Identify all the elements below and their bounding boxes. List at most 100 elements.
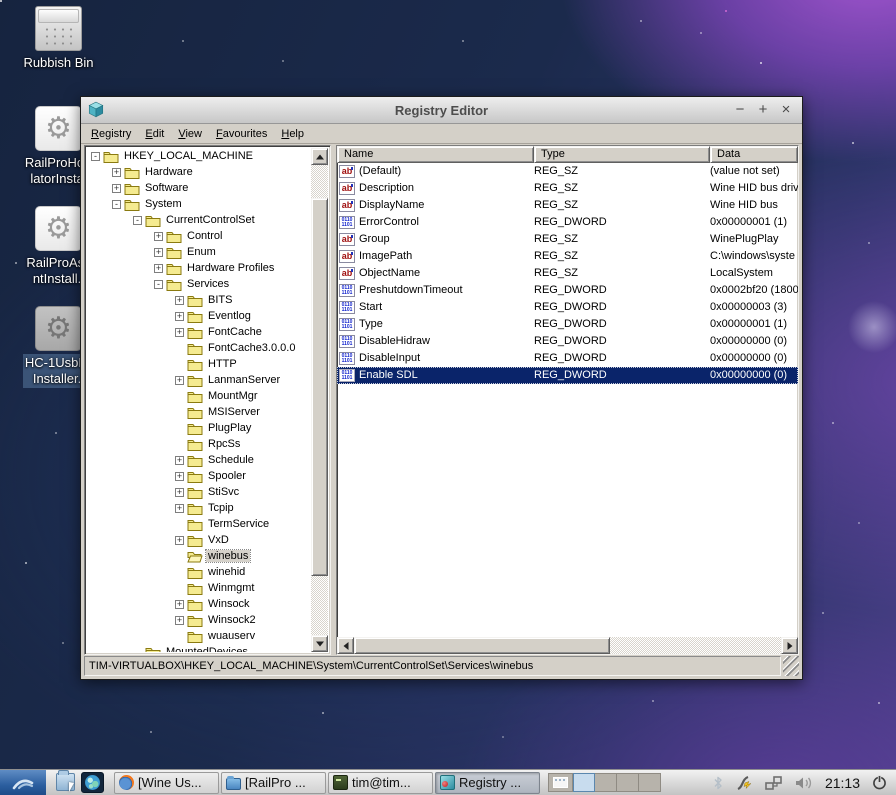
scroll-up-button[interactable] — [311, 148, 328, 165]
menu-item[interactable]: Help — [274, 126, 311, 142]
expand-toggle[interactable]: - — [91, 152, 100, 161]
registry-value-row[interactable]: ImagePath REG_SZ C:\windows\syste — [337, 248, 798, 265]
expand-toggle[interactable]: + — [175, 616, 184, 625]
expand-toggle[interactable]: + — [175, 328, 184, 337]
expand-toggle[interactable]: + — [175, 456, 184, 465]
tree-item[interactable]: winebus — [87, 548, 311, 564]
tree-item[interactable]: wuauserv — [87, 628, 311, 644]
menu-item[interactable]: Favourites — [209, 126, 274, 142]
registry-value-row[interactable]: DisplayName REG_SZ Wine HID bus — [337, 197, 798, 214]
tree-item[interactable]: + Enum — [87, 244, 311, 260]
maximize-button[interactable]: + — [756, 103, 770, 117]
column-header[interactable]: Name — [337, 146, 534, 163]
registry-value-row[interactable]: ObjectName REG_SZ LocalSystem — [337, 265, 798, 282]
tree-item[interactable]: FontCache3.0.0.0 — [87, 340, 311, 356]
tree-item[interactable]: winehid — [87, 564, 311, 580]
titlebar[interactable]: Registry Editor − + × — [81, 97, 802, 124]
expand-toggle[interactable]: + — [112, 168, 121, 177]
app-menu-button[interactable] — [0, 770, 46, 795]
tree-item[interactable]: + Software — [87, 180, 311, 196]
registry-value-row[interactable]: (Default) REG_SZ (value not set) — [337, 163, 798, 180]
tree-item[interactable]: MountMgr — [87, 388, 311, 404]
scroll-left-button[interactable] — [337, 637, 354, 654]
tree-item[interactable]: - Services — [87, 276, 311, 292]
tree-item[interactable]: + Hardware — [87, 164, 311, 180]
desktop-icon[interactable]: Rubbish Bin — [10, 6, 107, 72]
expand-toggle[interactable]: + — [154, 232, 163, 241]
pager-desktop-cell[interactable] — [573, 773, 595, 792]
tree-item[interactable]: PlugPlay — [87, 420, 311, 436]
volume-icon[interactable] — [794, 775, 814, 791]
tree-item[interactable]: Winmgmt — [87, 580, 311, 596]
expand-toggle[interactable]: + — [175, 488, 184, 497]
scrollbar-thumb[interactable] — [354, 637, 610, 654]
tree-item[interactable]: MountedDevices — [87, 644, 311, 652]
pager-desktop-cell[interactable] — [595, 773, 617, 792]
tree-item[interactable]: + FontCache — [87, 324, 311, 340]
expand-toggle[interactable]: + — [175, 536, 184, 545]
registry-value-row[interactable]: Start REG_DWORD 0x00000003 (3) — [337, 299, 798, 316]
tree-item[interactable]: + Winsock2 — [87, 612, 311, 628]
tree-item[interactable]: - System — [87, 196, 311, 212]
registry-value-row[interactable]: PreshutdownTimeout REG_DWORD 0x0002bf20 … — [337, 282, 798, 299]
menu-item[interactable]: Edit — [138, 126, 171, 142]
tree-item[interactable]: + Schedule — [87, 452, 311, 468]
expand-toggle[interactable]: + — [175, 472, 184, 481]
scroll-right-button[interactable] — [781, 637, 798, 654]
expand-toggle[interactable]: + — [112, 184, 121, 193]
tree-item[interactable]: + Eventlog — [87, 308, 311, 324]
expand-toggle[interactable]: + — [154, 264, 163, 273]
registry-value-row[interactable]: DisableInput REG_DWORD 0x00000000 (0) — [337, 350, 798, 367]
tree-item[interactable]: MSIServer — [87, 404, 311, 420]
tree-item[interactable]: + Tcpip — [87, 500, 311, 516]
scroll-down-button[interactable] — [311, 635, 328, 652]
expand-toggle[interactable]: - — [154, 280, 163, 289]
taskbar-task-button[interactable]: Registry ... — [435, 772, 540, 794]
scrollbar-thumb[interactable] — [311, 198, 328, 576]
power-icon[interactable] — [871, 774, 888, 791]
registry-value-row[interactable]: Type REG_DWORD 0x00000001 (1) — [337, 316, 798, 333]
tree-item[interactable]: + Control — [87, 228, 311, 244]
network-places-icon[interactable] — [764, 775, 783, 791]
registry-value-row[interactable]: ErrorControl REG_DWORD 0x00000001 (1) — [337, 214, 798, 231]
taskbar-task-button[interactable]: [RailPro ... — [221, 772, 326, 794]
tree-item[interactable]: + StiSvc — [87, 484, 311, 500]
bluetooth-icon[interactable] — [712, 775, 724, 791]
registry-value-row[interactable]: Group REG_SZ WinePlugPlay — [337, 231, 798, 248]
column-header[interactable]: Data — [710, 146, 798, 163]
registry-value-row[interactable]: DisableHidraw REG_DWORD 0x00000000 (0) — [337, 333, 798, 350]
tree-item[interactable]: + LanmanServer — [87, 372, 311, 388]
tree-item[interactable]: RpcSs — [87, 436, 311, 452]
expand-toggle[interactable]: - — [112, 200, 121, 209]
tree-item[interactable]: TermService — [87, 516, 311, 532]
tree-item[interactable]: + BITS — [87, 292, 311, 308]
tree-item[interactable]: - HKEY_LOCAL_MACHINE — [87, 148, 311, 164]
tree-item[interactable]: + Spooler — [87, 468, 311, 484]
expand-toggle[interactable]: + — [175, 312, 184, 321]
expand-toggle[interactable]: + — [175, 600, 184, 609]
minimize-button[interactable]: − — [733, 103, 747, 117]
expand-toggle[interactable]: - — [133, 216, 142, 225]
pager-desktop-cell[interactable] — [639, 773, 661, 792]
show-desktop-button[interactable] — [548, 773, 573, 792]
registry-value-row[interactable]: Description REG_SZ Wine HID bus driv — [337, 180, 798, 197]
menu-item[interactable]: Registry — [84, 126, 138, 142]
tree-item[interactable]: + Winsock — [87, 596, 311, 612]
close-button[interactable]: × — [779, 103, 793, 117]
tree-item[interactable]: HTTP — [87, 356, 311, 372]
resize-grip[interactable] — [783, 656, 799, 676]
expand-toggle[interactable]: + — [175, 296, 184, 305]
taskbar-task-button[interactable]: tim@tim... — [328, 772, 433, 794]
tree-item[interactable]: + Hardware Profiles — [87, 260, 311, 276]
taskbar-task-button[interactable]: [Wine Us... — [114, 772, 219, 794]
pager-desktop-cell[interactable] — [617, 773, 639, 792]
registry-value-row[interactable]: Enable SDL REG_DWORD 0x00000000 (0) — [337, 367, 798, 384]
globe-launcher[interactable] — [81, 772, 104, 793]
tree-item[interactable]: - CurrentControlSet — [87, 212, 311, 228]
clock[interactable]: 21:13 — [825, 775, 860, 791]
expand-toggle[interactable]: + — [154, 248, 163, 257]
expand-toggle[interactable]: + — [175, 376, 184, 385]
tree-item[interactable]: + VxD — [87, 532, 311, 548]
menu-item[interactable]: View — [171, 126, 209, 142]
network-connection-icon[interactable] — [735, 774, 753, 791]
